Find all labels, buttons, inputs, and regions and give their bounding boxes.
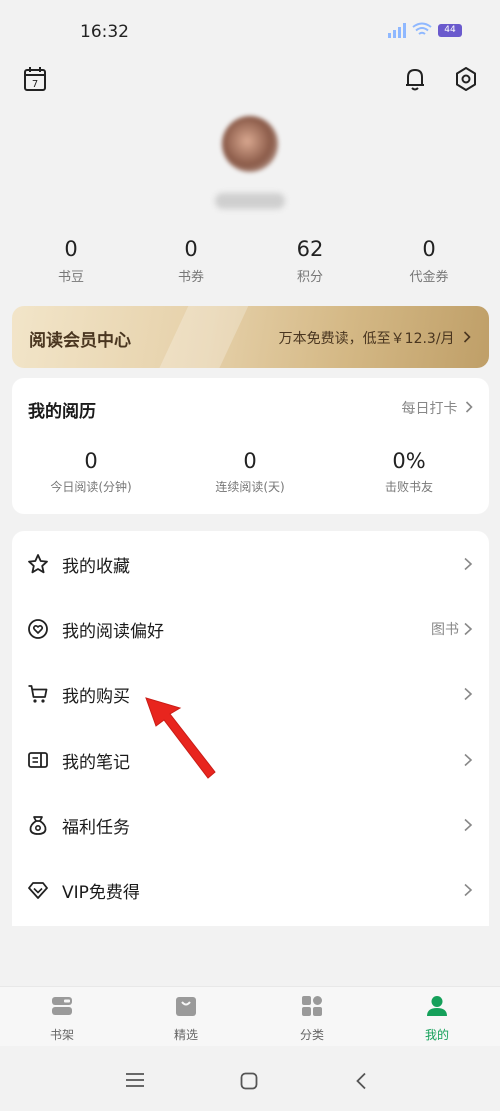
stat-label: 积分 — [296, 270, 323, 285]
avatar[interactable] — [222, 116, 278, 172]
menu-item-vip-free[interactable]: VIP免费得 — [12, 858, 489, 922]
stat-label: 代金券 — [409, 270, 449, 285]
tab-label: 精选 — [173, 1028, 198, 1042]
username-blurred — [215, 193, 285, 209]
stat-label: 击败书友 — [384, 480, 433, 494]
reading-history-card: 我的阅历 每日打卡 0 今日阅读(分钟) 0 连续阅读(天) 0% 击败书友 — [12, 378, 489, 514]
vip-banner[interactable]: 阅读会员中心 万本免费读，低至￥12.3/月 — [12, 306, 489, 368]
bottom-tab-bar: 书架 精选 分类 我的 — [0, 986, 500, 1047]
history-title: 我的阅历 — [28, 402, 96, 422]
chevron-right-icon — [464, 622, 473, 636]
diamond-icon — [26, 878, 50, 902]
stat-label: 今日阅读(分钟) — [50, 480, 132, 494]
cart-icon — [26, 682, 50, 706]
menu-item-notes[interactable]: 我的笔记 — [12, 728, 489, 792]
menu-item-welfare-tasks[interactable]: 福利任务 — [12, 793, 489, 857]
annotation-arrow-icon — [145, 697, 216, 779]
wifi-icon — [412, 22, 432, 35]
battery-icon: 44 — [438, 23, 462, 37]
note-icon — [26, 748, 50, 772]
category-grid-icon — [302, 996, 322, 1016]
svg-text:7: 7 — [32, 79, 38, 90]
stat-value: 0 — [184, 237, 198, 261]
chevron-right-icon — [465, 401, 473, 413]
history-stat-beat: 0% 击败书友 — [349, 448, 469, 495]
bell-icon[interactable] — [402, 66, 428, 92]
heart-icon — [26, 617, 50, 641]
tab-featured[interactable]: 精选 — [156, 995, 216, 1043]
stat-value: 0% — [392, 449, 426, 473]
shopping-bag-icon — [176, 997, 196, 1016]
chevron-right-icon — [463, 331, 471, 343]
menu-label: 我的收藏 — [62, 556, 130, 577]
profile-icon — [427, 996, 447, 1016]
chevron-right-icon — [464, 883, 473, 897]
history-stat-today: 0 今日阅读(分钟) — [31, 448, 151, 495]
moneybag-icon — [26, 813, 50, 837]
signal-icon — [388, 22, 406, 38]
vip-title: 阅读会员中心 — [29, 331, 131, 351]
chevron-right-icon — [464, 687, 473, 701]
history-stat-streak: 0 连续阅读(天) — [190, 448, 310, 495]
stat-value: 62 — [296, 237, 324, 261]
menu-list: 我的收藏 我的阅读偏好 图书 我的购买 我的笔记 福利任务 VIP免费得 — [12, 531, 489, 926]
home-icon[interactable] — [240, 1072, 258, 1090]
menu-extra-value: 图书 — [431, 622, 459, 638]
stat-voucher[interactable]: 0 代金券 — [389, 236, 469, 285]
status-icons: 44 — [388, 22, 462, 38]
vip-offer: 万本免费读，低至￥12.3/月 — [279, 328, 471, 348]
status-time: 16:32 — [80, 22, 129, 42]
menu-label: 我的购买 — [62, 686, 130, 707]
tab-label: 我的 — [424, 1028, 449, 1042]
menu-label: 我的阅读偏好 — [62, 621, 164, 642]
stat-label: 书豆 — [57, 270, 84, 285]
chevron-right-icon — [464, 557, 473, 571]
back-icon[interactable] — [355, 1072, 367, 1090]
calendar-icon[interactable]: 7 — [22, 66, 48, 92]
chevron-right-icon — [464, 753, 473, 767]
tab-bookshelf[interactable]: 书架 — [32, 995, 92, 1043]
tab-label: 分类 — [299, 1028, 324, 1042]
stat-value: 0 — [243, 449, 257, 473]
stat-value: 0 — [64, 237, 78, 261]
bookshelf-icon — [52, 997, 72, 1015]
stat-shudou[interactable]: 0 书豆 — [31, 236, 111, 285]
menu-item-reading-preference[interactable]: 我的阅读偏好 图书 — [12, 597, 489, 661]
daily-checkin-link[interactable]: 每日打卡 — [402, 398, 473, 418]
menu-label: VIP免费得 — [62, 882, 140, 903]
stat-points[interactable]: 62 积分 — [270, 236, 350, 285]
tab-category[interactable]: 分类 — [282, 995, 342, 1043]
stat-value: 0 — [84, 449, 98, 473]
menu-icon[interactable] — [125, 1072, 145, 1088]
stat-label: 书券 — [177, 270, 204, 285]
stat-value: 0 — [422, 237, 436, 261]
menu-label: 福利任务 — [62, 817, 130, 838]
menu-item-purchases[interactable]: 我的购买 — [12, 662, 489, 726]
tab-mine[interactable]: 我的 — [407, 995, 467, 1043]
chevron-right-icon — [464, 818, 473, 832]
menu-item-favorites[interactable]: 我的收藏 — [12, 532, 489, 596]
tab-label: 书架 — [49, 1028, 74, 1042]
stat-label: 连续阅读(天) — [215, 480, 285, 494]
star-icon — [26, 552, 50, 576]
stat-shuquan[interactable]: 0 书券 — [151, 236, 231, 285]
system-nav-bar — [0, 1046, 500, 1111]
settings-icon[interactable] — [453, 66, 479, 92]
menu-label: 我的笔记 — [62, 752, 130, 773]
